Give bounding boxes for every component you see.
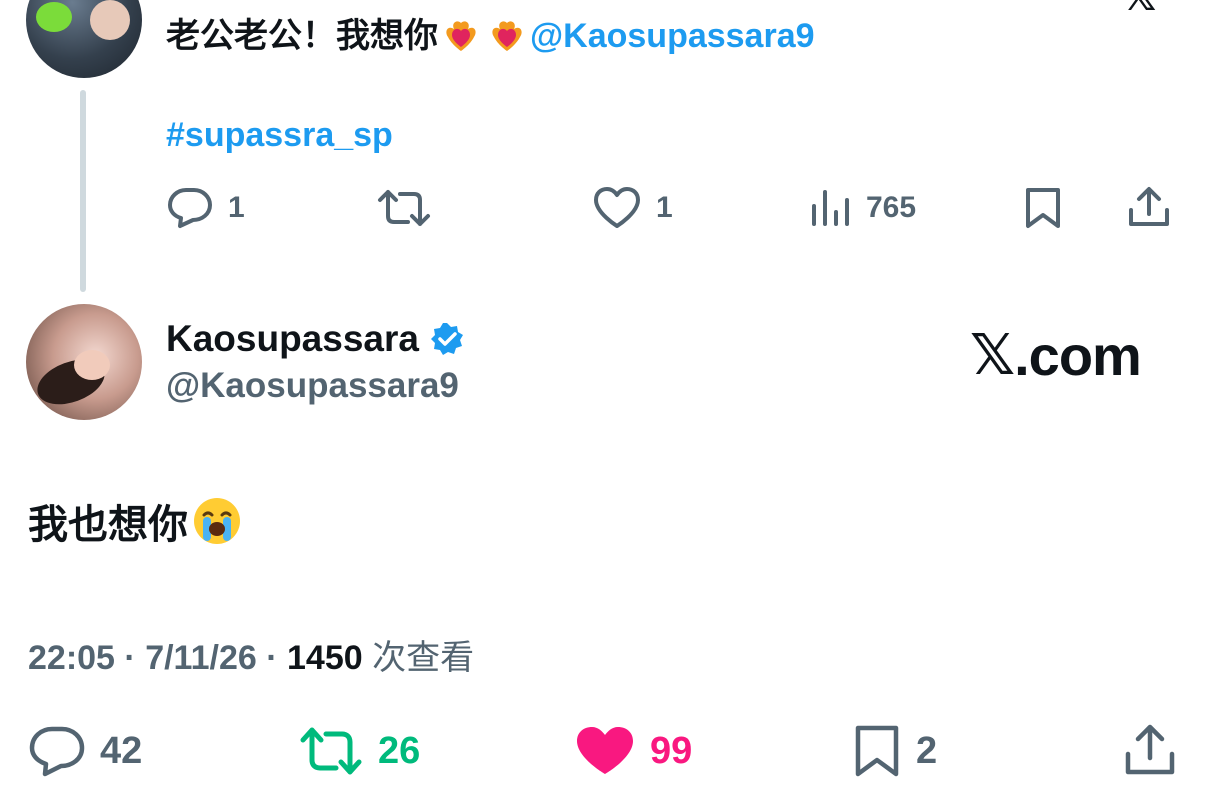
views-chart-icon: [812, 190, 849, 226]
retweet-count: 26: [378, 729, 421, 772]
x-logo-icon: 𝕏: [1124, 0, 1156, 20]
avatar-sticker: [36, 2, 72, 32]
share-icon: [1129, 187, 1169, 226]
tweet-body: 我也想你: [28, 503, 188, 547]
parent-mention-link[interactable]: @Kaosupassara9: [530, 12, 815, 60]
parent-view-count: 765: [866, 191, 917, 224]
parent-tweet-text: 老公老公！我想你 @Kaosupassara9: [166, 12, 815, 60]
parent-like-count: 1: [656, 191, 673, 224]
loudly-crying-face-icon: [194, 498, 240, 544]
parent-share-button[interactable]: [1126, 184, 1172, 230]
tweet-views-count: 1450: [287, 639, 363, 677]
like-count: 99: [650, 729, 693, 772]
reply-count: 42: [100, 729, 143, 772]
parent-reply-count: 1: [228, 191, 245, 224]
avatar-face: [74, 350, 110, 380]
bookmark-icon: [855, 725, 899, 777]
verified-badge-icon: [430, 323, 463, 355]
share-button[interactable]: [1122, 722, 1178, 778]
parent-avatar[interactable]: [26, 0, 142, 78]
parent-bookmark-button[interactable]: [1022, 186, 1064, 230]
meta-separator: ·: [124, 639, 146, 677]
thread-connector: [80, 90, 86, 292]
author-avatar[interactable]: [26, 304, 142, 420]
parent-retweet-button[interactable]: [376, 186, 446, 230]
tweet-text: 我也想你: [28, 492, 242, 550]
tweet-views-label: 次查看: [372, 639, 475, 677]
reply-button[interactable]: 42: [28, 724, 142, 778]
hashtag-link[interactable]: #supassra_sp: [166, 116, 393, 155]
parent-views-button[interactable]: 765: [808, 186, 916, 230]
heart-filled-icon: [577, 727, 633, 774]
heart-on-fire-icon: [488, 17, 526, 55]
tweet-time[interactable]: 22:05: [28, 639, 115, 677]
parent-tweet-body: 老公老公！我想你: [166, 17, 438, 55]
retweet-button[interactable]: 26: [298, 724, 420, 778]
heart-on-fire-icon: [442, 17, 480, 55]
x-com-watermark: 𝕏 .com: [970, 322, 1142, 388]
heart-icon: [594, 187, 640, 228]
avatar-face: [90, 0, 130, 40]
bookmark-button[interactable]: 2: [852, 724, 937, 778]
retweet-icon: [378, 190, 430, 226]
x-logo-icon: 𝕏: [970, 323, 1015, 386]
like-button[interactable]: 99: [574, 724, 692, 778]
share-icon: [1125, 724, 1175, 775]
bookmark-count: 2: [916, 729, 938, 772]
reply-icon: [168, 188, 212, 228]
author-handle[interactable]: @Kaosupassara9: [166, 366, 459, 406]
domain-suffix: .com: [1014, 323, 1142, 387]
author-display-name: Kaosupassara: [166, 318, 419, 359]
author-name-row[interactable]: Kaosupassara: [166, 318, 465, 360]
parent-reply-button[interactable]: 1: [166, 186, 245, 230]
tweet-date[interactable]: 7/11/26: [145, 639, 257, 677]
reply-icon: [29, 726, 85, 777]
parent-like-button[interactable]: 1: [592, 186, 673, 230]
retweet-icon: [300, 727, 362, 775]
bookmark-icon: [1026, 188, 1060, 228]
meta-separator: ·: [266, 639, 287, 677]
tweet-meta: 22:05 · 7/11/26 · 1450 次查看: [28, 630, 474, 679]
